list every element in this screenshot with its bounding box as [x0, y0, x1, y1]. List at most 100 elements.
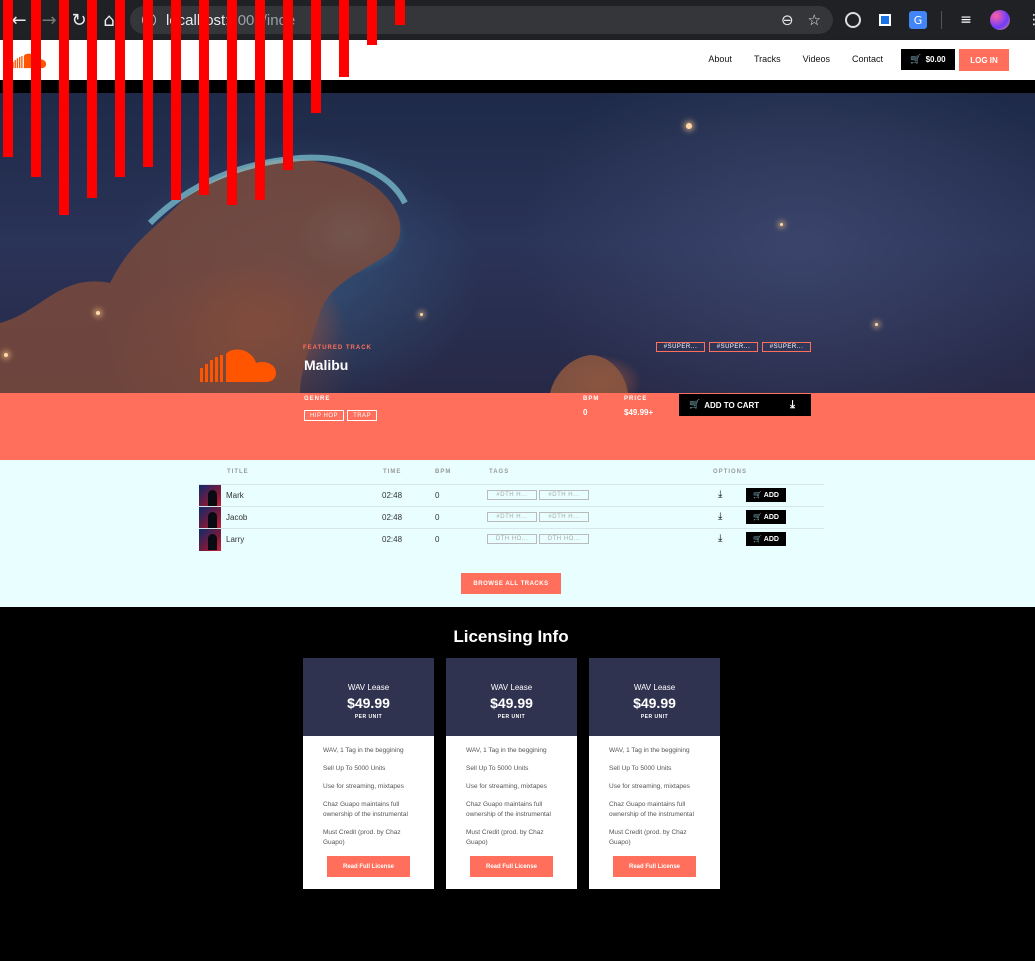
read-license-button[interactable]: Read Full License	[613, 856, 696, 877]
license-card: WAV Lease $49.99 PER UNIT WAV, 1 Tag in …	[303, 658, 434, 889]
cart-icon: 🛒	[753, 535, 762, 543]
track-tags: DTH HO... DTH HO...	[487, 534, 589, 544]
nav-about[interactable]: About	[708, 54, 732, 64]
add-track-button[interactable]: 🛒 ADD	[746, 488, 786, 502]
forward-icon[interactable]: →	[38, 9, 60, 31]
license-price: $49.99	[490, 695, 533, 711]
cart-total: $0.00	[925, 55, 946, 64]
featured-tags: #SUPER... #SUPER... #SUPER...	[656, 342, 811, 352]
track-time: 02:48	[382, 491, 403, 500]
add-track-button[interactable]: 🛒 ADD	[746, 510, 786, 524]
col-title: TITLE	[227, 469, 249, 475]
license-card-header: WAV Lease $49.99 PER UNIT	[446, 658, 577, 736]
nav-contact[interactable]: Contact	[852, 54, 883, 64]
add-label: ADD	[763, 513, 779, 521]
track-title[interactable]: Larry	[226, 535, 244, 544]
genre-tag[interactable]: HIP HOP	[304, 410, 345, 421]
license-feature: WAV, 1 Tag in the beggining	[323, 747, 404, 754]
track-bpm: 0	[435, 513, 440, 522]
download-icon[interactable]: ⤓	[718, 533, 722, 544]
track-thumbnail[interactable]	[199, 529, 221, 551]
featured-tag[interactable]: #SUPER...	[762, 342, 811, 352]
license-price: $49.99	[633, 695, 676, 711]
price-label: PRICE	[624, 396, 648, 402]
track-bpm: 0	[435, 535, 440, 544]
bpm-value: 0	[583, 408, 588, 417]
license-feature: Use for streaming, mixtapes	[323, 783, 404, 790]
license-unit: PER UNIT	[354, 714, 383, 720]
table-row[interactable]: Jacob 02:48 0 #DTH H... #DTH H... ⤓ 🛒 ADD	[199, 506, 824, 529]
add-label: ADD	[763, 491, 779, 499]
license-feature: WAV, 1 Tag in the beggining	[609, 747, 690, 754]
nav-tracks[interactable]: Tracks	[754, 54, 781, 64]
add-track-button[interactable]: 🛒 ADD	[746, 532, 786, 546]
extension-square-icon[interactable]	[875, 10, 895, 30]
star-icon[interactable]: ☆	[808, 11, 821, 29]
login-button[interactable]: LOG IN	[959, 49, 1009, 71]
license-feature: Use for streaming, mixtapes	[609, 783, 690, 790]
track-tag[interactable]: #DTH H...	[539, 490, 589, 500]
license-price: $49.99	[347, 695, 390, 711]
avatar[interactable]	[990, 10, 1010, 30]
track-tag[interactable]: #DTH H...	[487, 512, 537, 522]
red-overlay-bar	[227, 0, 237, 205]
download-icon[interactable]: ⤓	[718, 489, 722, 500]
translate-icon[interactable]: G	[909, 11, 927, 29]
license-unit: PER UNIT	[640, 714, 669, 720]
cart-icon: 🛒	[910, 54, 922, 65]
star	[875, 323, 878, 326]
read-license-button[interactable]: Read Full License	[470, 856, 553, 877]
star	[686, 123, 692, 129]
zoom-icon[interactable]: ⊖	[781, 11, 794, 29]
hero-banner: FEATURED TRACK Malibu #SUPER... #SUPER..…	[0, 93, 1035, 393]
soundcloud-logo-icon	[200, 349, 276, 382]
track-thumbnail[interactable]	[199, 507, 221, 529]
table-row[interactable]: Larry 02:48 0 DTH HO... DTH HO... ⤓ 🛒 ADD	[199, 528, 824, 551]
featured-tag[interactable]: #SUPER...	[709, 342, 758, 352]
license-feature: WAV, 1 Tag in the beggining	[466, 747, 547, 754]
track-tag[interactable]: DTH HO...	[539, 534, 589, 544]
featured-title[interactable]: Malibu	[304, 357, 348, 373]
featured-tag[interactable]: #SUPER...	[656, 342, 705, 352]
star	[4, 353, 8, 357]
license-name: WAV Lease	[490, 683, 533, 692]
extensions-area: G ≡ ⋮	[845, 8, 1035, 32]
track-time: 02:48	[382, 513, 403, 522]
site-header: About Tracks Videos Contact 🛒 $0.00 LOG …	[0, 40, 1035, 80]
track-thumbnail[interactable]	[199, 485, 221, 507]
download-icon[interactable]: ⤓	[790, 398, 795, 412]
track-title[interactable]: Jacob	[226, 513, 247, 522]
license-card-header: WAV Lease $49.99 PER UNIT	[303, 658, 434, 736]
red-overlay-bar	[143, 0, 153, 167]
license-feature: Sell Up To 5000 Units	[323, 765, 386, 772]
red-overlay-bar	[171, 0, 181, 200]
genre-tag[interactable]: TRAP	[347, 410, 378, 421]
cart-icon: 🛒	[753, 491, 762, 499]
cart-icon: 🛒	[753, 513, 762, 521]
genre-label: GENRE	[304, 396, 331, 402]
toolbar-divider	[941, 11, 942, 29]
license-feature: Use for streaming, mixtapes	[466, 783, 547, 790]
col-time: TIME	[383, 469, 402, 475]
track-tag[interactable]: #DTH H...	[539, 512, 589, 522]
license-unit: PER UNIT	[497, 714, 526, 720]
add-to-cart-button[interactable]: 🛒 ADD TO CART ⤓	[679, 394, 811, 416]
track-tag[interactable]: #DTH H...	[487, 490, 537, 500]
table-row[interactable]: Mark 02:48 0 #DTH H... #DTH H... ⤓ 🛒 ADD	[199, 484, 824, 507]
license-card: WAV Lease $49.99 PER UNIT WAV, 1 Tag in …	[589, 658, 720, 889]
cart-button[interactable]: 🛒 $0.00	[901, 49, 955, 70]
track-title[interactable]: Mark	[226, 491, 244, 500]
record-extension-icon[interactable]	[845, 12, 861, 28]
track-tag[interactable]: DTH HO...	[487, 534, 537, 544]
browse-all-tracks-button[interactable]: BROWSE ALL TRACKS	[461, 573, 561, 594]
download-icon[interactable]: ⤓	[718, 511, 722, 522]
media-queue-icon[interactable]: ≡	[956, 10, 976, 30]
featured-label: FEATURED TRACK	[303, 345, 372, 351]
col-options: OPTIONS	[713, 469, 748, 475]
red-overlay-bar	[59, 0, 69, 215]
menu-icon[interactable]: ⋮	[1024, 10, 1035, 30]
license-feature: Chaz Guapo maintains full ownership of t…	[466, 801, 551, 818]
red-overlay-bar	[339, 0, 349, 77]
read-license-button[interactable]: Read Full License	[327, 856, 410, 877]
nav-videos[interactable]: Videos	[803, 54, 830, 64]
